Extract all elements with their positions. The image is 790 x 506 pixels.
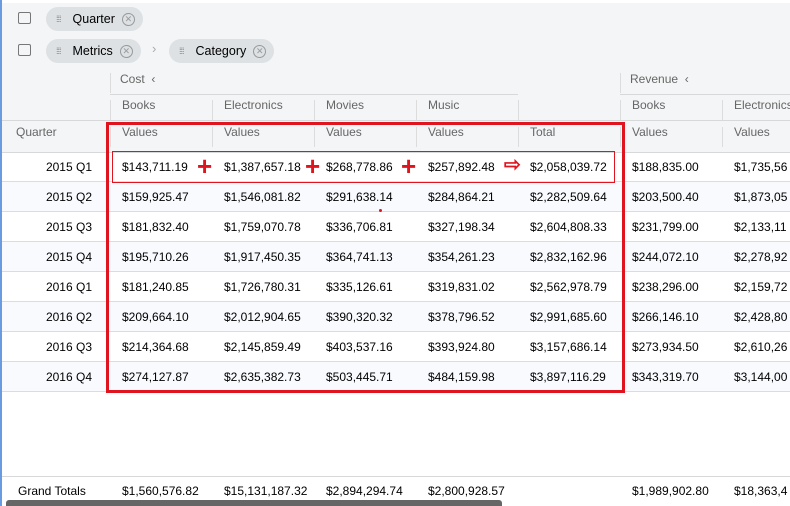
value-cell[interactable]: $2,428,80 bbox=[734, 310, 787, 324]
value-cell[interactable]: $2,159,72 bbox=[734, 280, 787, 294]
header-category[interactable]: Electronics bbox=[224, 98, 283, 112]
annotation-dot bbox=[379, 209, 382, 212]
remove-icon[interactable]: ✕ bbox=[253, 44, 267, 58]
pill-metrics[interactable]: ⁞⁞⁞ Metrics ✕ bbox=[46, 39, 141, 63]
annotation-plus-icon: + bbox=[401, 151, 417, 181]
value-cell[interactable]: $266,146.10 bbox=[632, 310, 699, 324]
row-header-quarter: 2015 Q1 bbox=[45, 160, 92, 174]
value-cell[interactable]: $273,934.50 bbox=[632, 340, 699, 354]
remove-icon[interactable]: ✕ bbox=[121, 12, 135, 26]
drag-grip-icon[interactable]: ⁞⁞⁞ bbox=[56, 14, 61, 24]
value-cell[interactable]: $2,133,11 bbox=[734, 220, 787, 234]
value-cell[interactable]: $2,610,26 bbox=[734, 340, 787, 354]
pill-label: Quarter bbox=[72, 12, 115, 26]
header-category[interactable]: Music bbox=[428, 98, 459, 112]
grand-totals-label: Grand Totals bbox=[18, 484, 86, 498]
columns-drop-zone: ⁞⁞⁞ Metrics ✕ › ⁞⁞⁞ Category ✕ bbox=[2, 35, 790, 68]
value-cell[interactable]: $188,835.00 bbox=[632, 160, 699, 174]
grand-total-cell: $1,560,576.82 bbox=[122, 484, 199, 498]
header-category[interactable]: Books bbox=[122, 98, 155, 112]
value-cell[interactable]: $231,799.00 bbox=[632, 220, 699, 234]
header-values[interactable]: Values bbox=[734, 125, 770, 139]
remove-icon[interactable]: ✕ bbox=[119, 44, 133, 58]
annotation-plus-icon: + bbox=[197, 151, 213, 181]
header-category[interactable]: Electronics bbox=[734, 98, 790, 112]
chevron-right-icon: › bbox=[152, 41, 157, 56]
value-cell[interactable]: $3,144,00 bbox=[734, 370, 787, 384]
header-revenue[interactable]: Revenue ‹ bbox=[630, 72, 689, 86]
pill-quarter[interactable]: ⁞⁞⁞ Quarter ✕ bbox=[46, 7, 143, 31]
header-category[interactable]: Books bbox=[632, 98, 665, 112]
annotation-arrow-icon: ⇨ bbox=[504, 154, 521, 176]
header-category[interactable]: Movies bbox=[326, 98, 364, 112]
value-cell[interactable]: $343,319.70 bbox=[632, 370, 699, 384]
grand-total-cell: $15,131,187.32 bbox=[224, 484, 308, 498]
row-header-quarter: 2015 Q2 bbox=[45, 190, 92, 204]
value-cell[interactable]: $2,278,92 bbox=[734, 250, 787, 264]
grand-total-cell: $1,989,902.80 bbox=[632, 484, 709, 498]
grand-total-cell: $2,800,928.57 bbox=[428, 484, 505, 498]
grand-total-cell: $2,894,294.74 bbox=[326, 484, 403, 498]
annotation-plus-icon: + bbox=[305, 151, 321, 181]
value-cell[interactable]: $1,873,05 bbox=[734, 190, 787, 204]
drag-grip-icon[interactable]: ⁞⁞⁞ bbox=[56, 46, 61, 56]
row-header-quarter: 2016 Q3 bbox=[45, 340, 92, 354]
row-header-quarter: 2015 Q3 bbox=[45, 220, 92, 234]
rows-drop-zone: ⁞⁞⁞ Quarter ✕ bbox=[2, 3, 790, 36]
header-quarter[interactable]: Quarter bbox=[16, 125, 57, 139]
drag-grip-icon[interactable]: ⁞⁞⁞ bbox=[179, 46, 184, 56]
pill-label: Metrics bbox=[72, 44, 113, 58]
row-header-quarter: 2015 Q4 bbox=[45, 250, 92, 264]
grand-total-cell: $18,363,4 bbox=[734, 484, 788, 498]
row-header-quarter: 2016 Q4 bbox=[45, 370, 92, 384]
row-header-quarter: 2016 Q1 bbox=[45, 280, 92, 294]
header-values[interactable]: Values bbox=[632, 125, 668, 139]
value-cell[interactable]: $238,296.00 bbox=[632, 280, 699, 294]
pill-category[interactable]: ⁞⁞⁞ Category ✕ bbox=[169, 39, 275, 63]
pivot-grid: ⁞⁞⁞ Quarter ✕ ⁞⁞⁞ Metrics ✕ › ⁞⁞⁞ Category ✕ C… bbox=[0, 0, 790, 506]
pill-label: Category bbox=[195, 44, 247, 58]
row-header-quarter: 2016 Q2 bbox=[45, 310, 92, 324]
annotation-row-box bbox=[112, 151, 615, 183]
horizontal-scrollbar[interactable] bbox=[6, 500, 502, 506]
value-cell[interactable]: $1,735,56 bbox=[734, 160, 787, 174]
value-cell[interactable]: $244,072.10 bbox=[632, 250, 699, 264]
rows-icon bbox=[18, 12, 31, 24]
columns-icon bbox=[18, 44, 31, 56]
header-cost[interactable]: Cost ‹ bbox=[120, 72, 155, 86]
value-cell[interactable]: $203,500.40 bbox=[632, 190, 699, 204]
